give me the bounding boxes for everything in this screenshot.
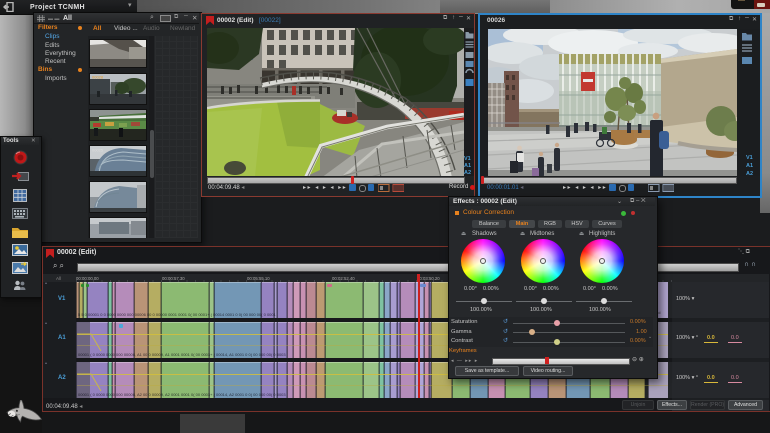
svg-text:00025: 00025 [92, 148, 104, 153]
svg-text:00028: 00028 [92, 75, 104, 80]
